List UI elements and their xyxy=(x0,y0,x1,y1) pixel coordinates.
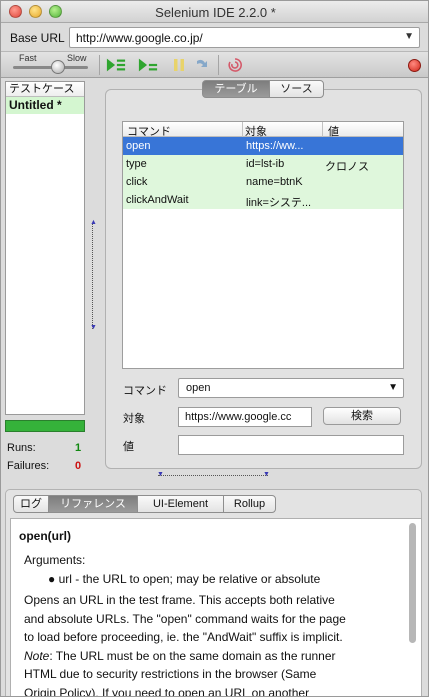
command-field-label: コマンド xyxy=(123,385,167,397)
column-separator xyxy=(322,122,323,137)
speed-fast-label: Fast xyxy=(19,53,37,63)
base-url-combo[interactable]: http://www.google.co.jp/ ▼ xyxy=(69,27,420,48)
base-url-row: Base URL http://www.google.co.jp/ ▼ xyxy=(1,25,428,51)
toolbar: Fast Slow xyxy=(1,51,428,78)
window-title: Selenium IDE 2.2.0 * xyxy=(155,5,276,20)
reference-line: to load before proceeding, ie. the "AndW… xyxy=(24,630,343,645)
failures-count: 0 xyxy=(75,460,82,472)
row-target: link=システ... xyxy=(246,197,312,209)
dropdown-arrow-icon[interactable]: ▼ xyxy=(404,31,414,42)
reference-note-label: Note xyxy=(24,648,50,663)
test-case-panel: テストケース Untitled * xyxy=(5,81,85,415)
speed-slow-label: Slow xyxy=(67,53,87,63)
table-row[interactable]: clickAndWait link=システ... xyxy=(123,191,403,209)
tab-ui-element[interactable]: UI-Element xyxy=(137,495,224,513)
toolbar-separator xyxy=(99,55,100,75)
target-field-label: 対象 xyxy=(123,413,145,425)
row-target: id=lst-ib xyxy=(246,158,285,170)
value-input[interactable] xyxy=(178,435,404,455)
reference-content: open(url) Arguments: ● url - the URL to … xyxy=(10,518,422,697)
table-row[interactable]: type id=lst-ib クロノス xyxy=(123,155,403,173)
pause-icon[interactable] xyxy=(169,57,189,73)
command-table: コマンド 対象 値 open https://ww... type id=lst… xyxy=(122,121,404,369)
reference-line: Opens an URL in the test frame. This acc… xyxy=(24,593,335,607)
value-field-label: 値 xyxy=(123,441,134,453)
test-case-header: テストケース xyxy=(6,82,84,97)
run-progress-bar xyxy=(5,420,85,432)
command-select[interactable]: open ▼ xyxy=(178,378,404,398)
tab-log[interactable]: ログ xyxy=(13,495,49,513)
tab-reference[interactable]: リファレンス xyxy=(48,495,138,513)
runs-count: 1 xyxy=(75,442,82,454)
runs-label: Runs: xyxy=(7,442,36,454)
title-bar: Selenium IDE 2.2.0 * xyxy=(1,1,428,23)
reference-line: and absolute URLs. The "open" command wa… xyxy=(24,611,346,626)
column-separator xyxy=(242,122,243,137)
reference-line: Origin Policy). If you need to open an U… xyxy=(24,685,310,697)
row-command: clickAndWait xyxy=(126,194,189,206)
test-case-item[interactable]: Untitled * xyxy=(6,97,84,114)
splitter-arrow-icon: ▼ xyxy=(157,471,164,478)
row-target: https://ww... xyxy=(246,140,304,152)
row-target: name=btnK xyxy=(246,176,303,188)
table-row[interactable]: click name=btnK xyxy=(123,173,403,191)
reference-arguments-label: Arguments: xyxy=(24,553,86,567)
splitter-arrow-icon: ▲ xyxy=(90,219,97,226)
reference-description: Opens an URL in the test frame. This acc… xyxy=(24,591,409,697)
rollup-icon[interactable] xyxy=(225,57,245,73)
reference-scrollbar[interactable] xyxy=(409,523,416,643)
speed-slider-handle[interactable] xyxy=(51,60,65,74)
play-current-icon[interactable] xyxy=(138,57,158,73)
splitter-arrow-icon: ▼ xyxy=(90,324,97,331)
reference-argument-item: ● url - the URL to open; may be relative… xyxy=(48,572,320,586)
row-command: open xyxy=(126,140,151,152)
dropdown-arrow-icon[interactable]: ▼ xyxy=(388,382,398,393)
failures-label: Failures: xyxy=(7,460,50,472)
bullet-icon: ● xyxy=(48,572,59,586)
base-url-label: Base URL xyxy=(10,31,65,45)
tab-table[interactable]: テーブル xyxy=(202,80,270,98)
command-select-value: open xyxy=(186,382,211,394)
splitter-arrow-icon: ▼ xyxy=(263,471,270,478)
play-all-icon[interactable] xyxy=(106,57,126,73)
toolbar-separator xyxy=(218,55,219,75)
reference-line: HTML due to security restrictions in the… xyxy=(24,667,317,682)
vertical-splitter[interactable] xyxy=(92,223,94,329)
reference-line: Note: The URL must be on the same domain… xyxy=(24,647,409,666)
row-command: type xyxy=(126,158,147,170)
selenium-ide-window: Selenium IDE 2.2.0 * Base URL http://www… xyxy=(0,0,429,697)
reference-argument-text: url - the URL to open; may be relative o… xyxy=(58,572,321,586)
step-icon[interactable] xyxy=(192,57,212,73)
reference-title: open(url) xyxy=(19,529,71,543)
record-icon[interactable] xyxy=(408,59,421,72)
table-row[interactable]: open https://ww... xyxy=(123,137,403,155)
row-command: click xyxy=(126,176,148,188)
find-button[interactable]: 検索 xyxy=(323,407,401,425)
tab-source[interactable]: ソース xyxy=(269,80,324,98)
reference-note-text: : The URL must be on the same domain as … xyxy=(49,648,336,663)
table-header: コマンド 対象 値 xyxy=(123,122,403,138)
target-input[interactable]: https://www.google.cc xyxy=(178,407,312,427)
row-value: クロノス xyxy=(325,161,369,173)
horizontal-splitter[interactable] xyxy=(158,475,268,477)
base-url-value: http://www.google.co.jp/ xyxy=(76,31,203,45)
tab-rollup[interactable]: Rollup xyxy=(223,495,276,513)
